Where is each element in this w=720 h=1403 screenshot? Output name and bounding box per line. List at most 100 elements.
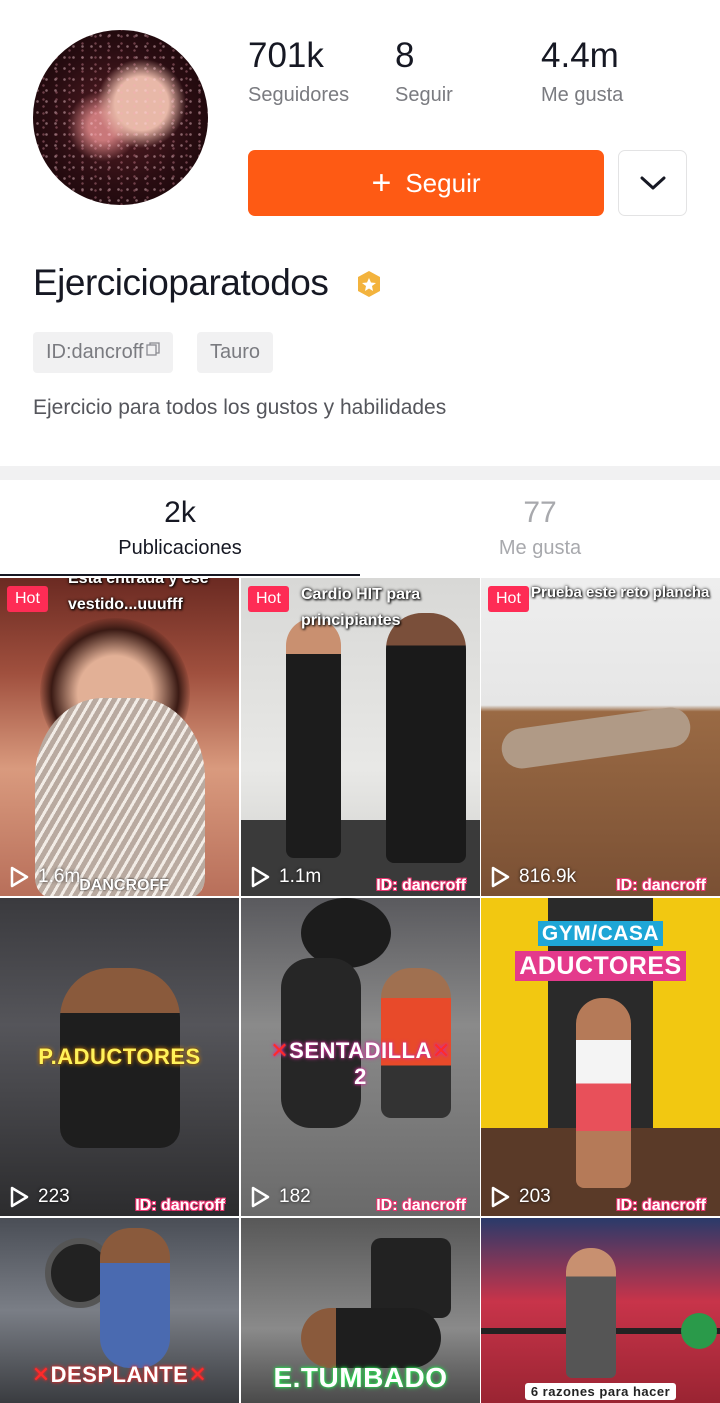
overlay-top-text: GYM/CASA <box>537 921 664 946</box>
video-watermark: ID: dancroff <box>616 1197 706 1214</box>
hot-badge: Hot <box>488 586 529 612</box>
stat-likes[interactable]: 4.4m Me gusta <box>541 36 623 107</box>
tab-active-indicator <box>0 574 360 576</box>
more-options-button[interactable] <box>618 150 687 216</box>
play-count-value: 223 <box>38 1186 70 1207</box>
video-tile[interactable]: 6 razones para hacer <box>481 1218 720 1403</box>
video-tile[interactable]: Hot Prueba este reto plancha 816.9k ID: … <box>481 578 720 896</box>
video-watermark: ID: dancroff <box>135 1197 225 1214</box>
video-watermark: ID: dancroff <box>376 1197 466 1214</box>
id-tag[interactable]: ID:dancroff <box>33 332 174 373</box>
section-divider <box>0 466 720 480</box>
tab-count: 77 <box>523 496 557 529</box>
video-tile[interactable]: Hot Cardio HIT para principiantes 1.1m I… <box>241 578 480 896</box>
play-icon <box>491 866 510 888</box>
play-count: 816.9k <box>490 866 576 888</box>
verified-badge-icon <box>358 271 380 297</box>
profile-name: Ejercicioparatodos <box>33 262 329 303</box>
overlay-text: 6 razones para hacer <box>524 1383 677 1400</box>
stat-value: 701k <box>248 36 324 75</box>
stat-label: Me gusta <box>541 84 624 106</box>
chevron-down-icon <box>640 176 665 190</box>
video-tile[interactable]: E.TUMBADO <box>241 1218 480 1403</box>
tab-label: Me gusta <box>498 537 582 559</box>
cross-icon: ✕ <box>431 1038 451 1063</box>
cross-icon: ✕ <box>188 1362 208 1387</box>
caption-line: Prueba este reto plancha <box>531 584 710 601</box>
video-overlay-title: ADUCTORES <box>481 951 720 981</box>
thumbnail-figure <box>286 618 341 858</box>
video-caption: Cardio HIT para principiantes <box>301 582 420 634</box>
play-icon <box>491 1186 510 1208</box>
video-overlay-title: P.ADUCTORES <box>38 1044 201 1069</box>
caption-line: Esta entrada y ese <box>68 578 209 587</box>
copy-icon[interactable] <box>146 341 161 356</box>
play-icon <box>251 1186 270 1208</box>
overlay-text: DESPLANTE <box>50 1362 189 1387</box>
tab-label: Publicaciones <box>118 537 242 559</box>
stat-label: Seguidores <box>248 84 350 106</box>
video-tile[interactable]: GYM/CASA ADUCTORES 203 ID: dancroff <box>481 898 720 1216</box>
overlay-subtext: 2 <box>354 1064 367 1089</box>
video-tile[interactable]: Hot Esta entrada y ese vestido...uuufff … <box>0 578 239 896</box>
cross-icon: ✕ <box>270 1038 290 1063</box>
video-watermark: ID: dancroff <box>376 877 466 894</box>
play-icon <box>10 866 29 888</box>
zodiac-tag: Tauro <box>197 332 274 373</box>
video-overlay-title: ✕DESPLANTE✕ <box>0 1362 239 1388</box>
play-count: 203 <box>490 1186 551 1208</box>
play-count-value: 203 <box>519 1186 551 1207</box>
thumbnail-figure <box>301 1308 441 1368</box>
play-count-value: 1.1m <box>279 866 322 887</box>
thumbnail-figure <box>576 998 631 1188</box>
follow-button[interactable]: + Seguir <box>248 150 604 216</box>
hot-badge: Hot <box>248 586 289 612</box>
stat-value: 4.4m <box>541 36 619 75</box>
play-icon <box>10 1186 29 1208</box>
profile-bio: Ejercicio para todos los gustos y habili… <box>33 396 447 419</box>
play-count: 223 <box>9 1186 70 1208</box>
video-overlay-title: 6 razones para hacer <box>481 1383 720 1400</box>
follow-label: Seguir <box>405 167 481 198</box>
thumbnail-figure <box>100 1228 170 1368</box>
video-watermark: ID: dancroff <box>616 877 706 894</box>
play-count: 1.6m <box>9 866 80 888</box>
play-count: 1.1m <box>250 866 321 888</box>
stat-followers[interactable]: 701k Seguidores <box>248 36 349 107</box>
hot-badge: Hot <box>7 586 48 612</box>
play-count-value: 182 <box>279 1186 311 1207</box>
overlay-text: SENTADILLA <box>289 1038 432 1063</box>
caption-line: principiantes <box>301 612 401 629</box>
video-overlay-title: E.TUMBADO <box>273 1362 448 1393</box>
caption-line: vestido...uuufff <box>68 596 183 613</box>
tab-liked[interactable]: 77 Me gusta <box>360 495 720 560</box>
plus-icon: + <box>371 164 392 202</box>
id-tag-text: ID:dancroff <box>46 341 144 363</box>
overlay-text: ADUCTORES <box>515 951 686 981</box>
stat-value: 8 <box>395 36 415 75</box>
stat-label: Seguir <box>395 84 453 106</box>
play-count: 182 <box>250 1186 311 1208</box>
thumbnail-equipment <box>371 1238 451 1318</box>
play-count-value: 1.6m <box>38 866 81 887</box>
stat-following[interactable]: 8 Seguir <box>395 36 453 107</box>
thumbnail-figure <box>386 613 466 863</box>
video-tile[interactable]: ✕SENTADILLA✕ 2 182 ID: dancroff <box>241 898 480 1216</box>
video-watermark: DANCROFF <box>79 877 169 894</box>
thumbnail-plate <box>681 1313 717 1349</box>
video-caption: Esta entrada y ese vestido...uuufff <box>68 578 209 618</box>
avatar[interactable] <box>33 30 208 205</box>
video-caption: Prueba este reto plancha <box>531 580 709 606</box>
tab-count: 2k <box>164 496 196 529</box>
video-tile[interactable]: ✕DESPLANTE✕ <box>0 1218 239 1403</box>
video-tile[interactable]: P.ADUCTORES 223 ID: dancroff <box>0 898 239 1216</box>
play-count-value: 816.9k <box>519 866 577 887</box>
play-icon <box>251 866 270 888</box>
thumbnail-figure <box>566 1248 616 1378</box>
tab-posts[interactable]: 2k Publicaciones <box>0 495 360 560</box>
video-overlay-title: ✕SENTADILLA✕ 2 <box>241 1038 480 1090</box>
thumbnail-figure <box>499 704 693 772</box>
caption-line: Cardio HIT para <box>301 586 421 603</box>
zodiac-tag-text: Tauro <box>210 341 261 363</box>
video-overlay-top: GYM/CASA <box>481 921 720 946</box>
